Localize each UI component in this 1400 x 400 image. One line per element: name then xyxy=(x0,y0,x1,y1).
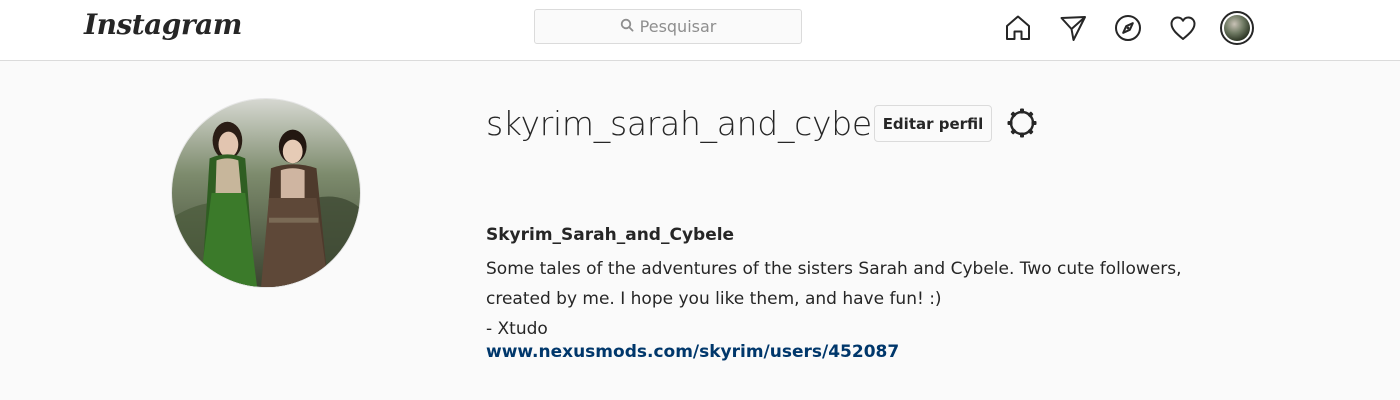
bio-line: created by me. I hope you like them, and… xyxy=(486,289,942,309)
instagram-logo[interactable]: Instagram xyxy=(84,8,242,41)
profile-full-name: Skyrim_Sarah_and_Cybele xyxy=(486,225,735,245)
search-input[interactable]: Pesquisar xyxy=(534,9,802,44)
top-navigation-bar: Instagram Pesquisar xyxy=(0,0,1400,61)
profile-image-art xyxy=(172,99,360,287)
profile-username: skyrim_sarah_and_cybele xyxy=(486,104,901,143)
avatar-image xyxy=(1224,15,1250,41)
profile-website-link[interactable]: www.nexusmods.com/skyrim/users/452087 xyxy=(486,342,899,362)
explore-icon[interactable] xyxy=(1110,10,1146,46)
search-icon xyxy=(620,17,634,36)
activity-heart-icon[interactable] xyxy=(1165,10,1201,46)
edit-profile-button[interactable]: Editar perfil xyxy=(874,105,992,142)
settings-gear-icon[interactable] xyxy=(1005,106,1039,140)
direct-messages-icon[interactable] xyxy=(1055,10,1091,46)
nav-icons xyxy=(1000,10,1254,46)
profile-avatar[interactable] xyxy=(1220,11,1254,45)
profile-bio: Some tales of the adventures of the sist… xyxy=(486,254,1246,344)
home-icon[interactable] xyxy=(1000,10,1036,46)
profile-picture[interactable] xyxy=(171,98,361,288)
bio-line: - Xtudo xyxy=(486,319,548,339)
search-placeholder: Pesquisar xyxy=(639,17,717,36)
bio-line: Some tales of the adventures of the sist… xyxy=(486,259,1182,279)
